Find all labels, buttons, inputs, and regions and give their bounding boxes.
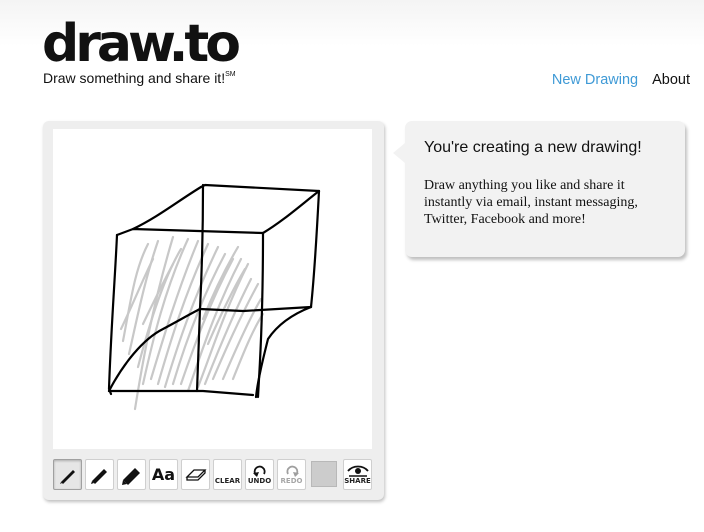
redo-icon	[286, 465, 299, 477]
pencil-thin-button[interactable]	[53, 459, 82, 490]
share-label: SHARE	[344, 477, 371, 485]
pencil-thin-icon	[59, 469, 75, 484]
share-icon	[346, 465, 369, 477]
pencil-thick-icon	[121, 467, 140, 485]
undo-label: UNDO	[247, 476, 272, 485]
redo-label: REDO	[280, 476, 303, 485]
undo-icon	[252, 465, 265, 477]
eraser-icon	[184, 468, 207, 481]
text-icon: Aa	[151, 465, 176, 484]
logo[interactable]: draw.to	[42, 14, 241, 74]
site-header: draw.to Draw something and share it!SM N…	[0, 0, 704, 100]
pencil-medium-button[interactable]	[85, 459, 114, 490]
service-mark: SM	[225, 71, 236, 78]
about-link[interactable]: About	[652, 72, 690, 88]
info-title: You're creating a new drawing!	[424, 139, 642, 156]
info-bubble: You're creating a new drawing! Draw anyt…	[393, 121, 685, 257]
pencil-medium-icon	[90, 468, 107, 484]
info-body: Draw anything you like and share it inst…	[424, 178, 638, 227]
share-button[interactable]: SHARE	[343, 459, 372, 490]
color-swatch[interactable]	[311, 461, 337, 487]
new-drawing-link[interactable]: New Drawing	[552, 72, 638, 88]
text-tool-button[interactable]: Aa	[149, 459, 178, 490]
pencil-thick-button[interactable]	[117, 459, 146, 490]
tagline-text: Draw something and share it!	[43, 70, 226, 86]
drawing-panel: Aa CLEAR UNDO REDO SHARE	[43, 121, 384, 500]
eraser-button[interactable]	[181, 459, 210, 490]
undo-button[interactable]: UNDO	[245, 459, 274, 490]
drawing-sketch	[107, 183, 321, 411]
tagline: Draw something and share it!SM	[43, 70, 236, 86]
redo-button[interactable]: REDO	[277, 459, 306, 490]
drawing-canvas[interactable]	[53, 129, 372, 449]
clear-label: CLEAR	[214, 476, 241, 485]
clear-button[interactable]: CLEAR	[213, 459, 242, 490]
top-nav: New Drawing About	[552, 72, 690, 88]
